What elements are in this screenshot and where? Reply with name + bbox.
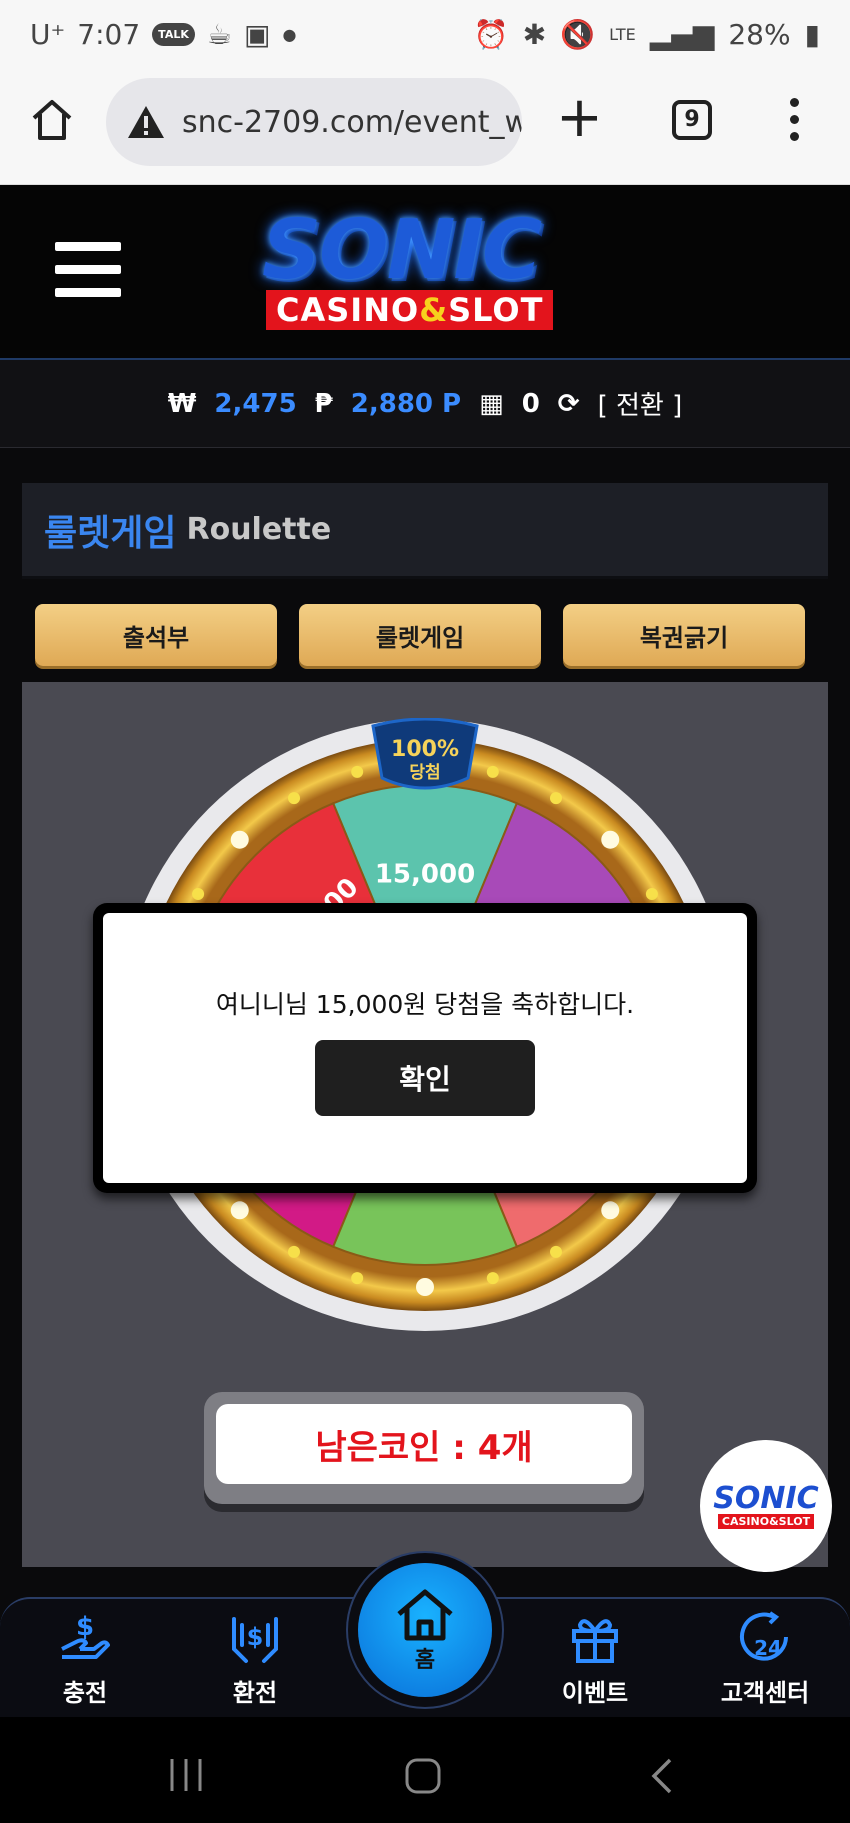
wheel-bulb — [601, 830, 620, 849]
nav-home-button[interactable]: 홈 — [358, 1563, 492, 1697]
network-label: LTE — [609, 25, 636, 44]
nav-home-label: 홈 — [414, 1648, 436, 1673]
logo-sonic-text: SONIC — [262, 203, 542, 298]
wheel-bulb — [416, 1278, 434, 1296]
point-balance: 2,880 P — [350, 388, 462, 419]
wheel-badge: 100% 당첨 — [371, 718, 479, 790]
won-balance: 2,475 — [214, 388, 297, 419]
bluetooth-icon: ✱ — [522, 18, 547, 51]
nav-event[interactable]: 이벤트 — [535, 1609, 655, 1708]
svg-text:$: $ — [76, 1612, 94, 1642]
nav-support[interactable]: 24 고객센터 — [705, 1609, 825, 1708]
title-english: Roulette — [186, 512, 332, 547]
win-message: 여니니님 15,000원 당첨을 축하합니다. — [215, 990, 635, 1019]
nav-exchange-label: 환전 — [232, 1679, 278, 1707]
confirm-button[interactable]: 확인 — [315, 1040, 535, 1116]
nav-charge[interactable]: $ 충전 — [25, 1609, 145, 1708]
gift-icon — [572, 1619, 618, 1663]
wheel-bulb — [645, 888, 658, 900]
warning-icon[interactable] — [126, 104, 166, 140]
ticket-icon: ▦ — [479, 388, 504, 419]
site-logo[interactable]: SONIC CASINO&SLOT — [240, 210, 600, 335]
remaining-coins-label: 남은코인 : 4개 — [216, 1404, 632, 1484]
wheel-bulb — [288, 1245, 300, 1258]
nav-charge-label: 충전 — [62, 1679, 108, 1707]
status-bar: U⁺ 7:07 TALK ☕ ▣ ● ⏰ ✱ 🔇 LTE ▂▄▆ 28% ▮ — [0, 0, 850, 72]
convert-button[interactable]: [ 전환 ] — [598, 385, 683, 422]
logo-subtitle: CASINO&SLOT — [266, 290, 554, 330]
withdraw-hands-icon: $ — [232, 1617, 278, 1663]
notification-dot-icon: ● — [282, 25, 297, 44]
back-icon[interactable] — [648, 1757, 676, 1795]
more-menu-icon[interactable] — [790, 98, 802, 149]
wheel-bulb — [230, 1201, 249, 1220]
svg-text:$: $ — [247, 1623, 264, 1651]
wheel-bulb — [486, 765, 499, 778]
system-home-icon[interactable] — [404, 1757, 442, 1795]
deposit-hand-icon: $ — [61, 1612, 110, 1659]
refresh-icon[interactable]: ⟳ — [558, 389, 580, 419]
browser-toolbar: snc-2709.com/event_w + 9 — [0, 72, 850, 185]
url-text: snc-2709.com/event_w — [182, 104, 522, 140]
floating-logo-button[interactable]: SONIC CASINO&SLOT — [700, 1440, 832, 1572]
win-dialog-body: 여니니님 15,000원 당첨을 축하합니다. 확인 — [103, 913, 747, 1183]
wheel-bulb — [230, 830, 249, 849]
new-tab-button[interactable]: + — [556, 90, 603, 146]
gallery-icon: ▣ — [243, 18, 271, 51]
badge-percent: 100% — [391, 737, 459, 762]
wheel-bulb — [192, 888, 205, 900]
wheel-bulb — [601, 1201, 620, 1220]
clock: 7:07 — [77, 18, 141, 51]
svg-text:24: 24 — [754, 1636, 782, 1660]
wheel-bulb — [550, 792, 562, 805]
site-header: SONIC CASINO&SLOT — [0, 185, 850, 360]
hamburger-menu-icon[interactable] — [55, 242, 121, 311]
wheel-bulb — [486, 1272, 499, 1285]
recent-apps-icon[interactable] — [168, 1757, 204, 1793]
nav-exchange[interactable]: $ 환전 — [195, 1609, 315, 1708]
support-24-icon: 24 — [740, 1611, 788, 1661]
battery-label: 28% — [728, 18, 791, 51]
tab-count-button[interactable]: 9 — [672, 100, 712, 140]
signal-icon: ▂▄▆ — [649, 18, 715, 51]
browser-home-icon[interactable] — [28, 96, 76, 144]
attendance-button[interactable]: 출석부 — [35, 604, 277, 666]
badge-win: 당첨 — [409, 762, 440, 783]
nav-support-label: 고객센터 — [720, 1679, 810, 1707]
mute-icon: 🔇 — [560, 18, 596, 51]
url-field[interactable]: snc-2709.com/event_w — [106, 78, 522, 166]
wheel-bulb — [550, 1245, 562, 1258]
floating-logo-main: SONIC — [713, 1480, 819, 1516]
roulette-button[interactable]: 룰렛게임 — [299, 604, 541, 666]
carrier-label: U⁺ — [30, 18, 66, 51]
point-symbol: ₱ — [314, 388, 333, 419]
page-title: 룰렛게임 Roulette — [22, 483, 828, 579]
event-tab-row: 출석부 룰렛게임 복권긁기 — [35, 604, 805, 666]
ticket-count: 0 — [521, 388, 540, 419]
win-dialog: 여니니님 15,000원 당첨을 축하합니다. 확인 — [93, 903, 757, 1193]
battery-icon: ▮ — [804, 18, 820, 51]
coffee-icon: ☕ — [206, 18, 232, 51]
nav-event-label: 이벤트 — [561, 1679, 629, 1707]
wheel-bulb — [351, 1272, 364, 1285]
lottery-button[interactable]: 복권긁기 — [563, 604, 805, 666]
remaining-coins-panel: 남은코인 : 4개 — [204, 1392, 644, 1504]
balance-bar: ₩ 2,475 ₱ 2,880 P ▦ 0 ⟳ [ 전환 ] — [0, 360, 850, 448]
wheel-bulb — [288, 792, 300, 805]
home-icon — [397, 1589, 453, 1641]
alarm-icon: ⏰ — [473, 18, 509, 51]
system-navigation-bar — [0, 1717, 850, 1823]
wheel-segment-label: 15,000 — [375, 860, 475, 890]
title-korean: 룰렛게임 — [44, 512, 177, 554]
won-symbol: ₩ — [167, 388, 197, 419]
wheel-bulb — [351, 765, 364, 778]
kakaotalk-icon: TALK — [152, 23, 195, 46]
floating-logo-sub: CASINO&SLOT — [717, 1513, 815, 1529]
